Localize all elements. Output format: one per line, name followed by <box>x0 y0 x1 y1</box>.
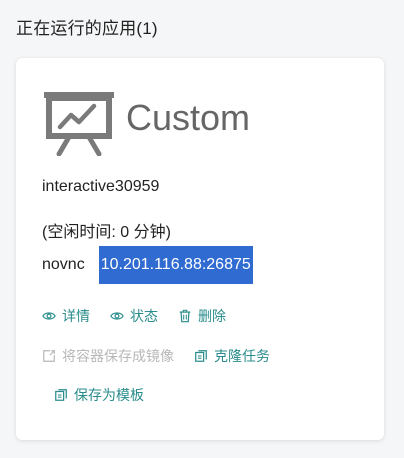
copy-icon <box>55 389 67 401</box>
status-label: 状态 <box>130 308 158 324</box>
section-title: 正在运行的应用(1) <box>16 19 158 38</box>
details-label: 详情 <box>62 308 90 324</box>
novnc-row: novnc 10.201.116.88:26875 <box>42 246 253 284</box>
instance-name: interactive30959 <box>42 178 160 195</box>
delete-button[interactable]: 删除 <box>178 306 226 326</box>
idle-time: (空闲时间: 0 分钟) <box>42 224 171 241</box>
details-button[interactable]: 详情 <box>42 306 90 326</box>
eye-icon <box>110 312 124 320</box>
running-app-card: Custom interactive30959 (空闲时间: 0 分钟) nov… <box>16 58 384 440</box>
trash-icon <box>179 309 191 323</box>
save-template-label: 保存为模板 <box>74 387 144 403</box>
action-row-tertiary: 保存为模板 <box>54 385 164 405</box>
save-template-button[interactable]: 保存为模板 <box>54 385 144 405</box>
novnc-label: novnc <box>42 256 85 273</box>
status-button[interactable]: 状态 <box>110 306 158 326</box>
presentation-chart-icon <box>44 92 114 156</box>
copy-icon <box>195 350 207 362</box>
app-name: Custom <box>126 97 251 138</box>
novnc-address-link[interactable]: 10.201.116.88:26875 <box>98 246 253 284</box>
clone-task-label: 克隆任务 <box>214 348 270 364</box>
export-icon <box>43 350 55 362</box>
clone-task-button[interactable]: 克隆任务 <box>194 346 270 366</box>
delete-label: 删除 <box>198 308 226 324</box>
save-image-label: 将容器保存成镜像 <box>62 348 174 364</box>
action-row-secondary: 将容器保存成镜像 克隆任务 <box>42 346 290 366</box>
eye-icon <box>42 312 56 320</box>
save-image-button[interactable]: 将容器保存成镜像 <box>42 346 174 366</box>
action-row-primary: 详情 状态 删除 <box>42 306 246 326</box>
